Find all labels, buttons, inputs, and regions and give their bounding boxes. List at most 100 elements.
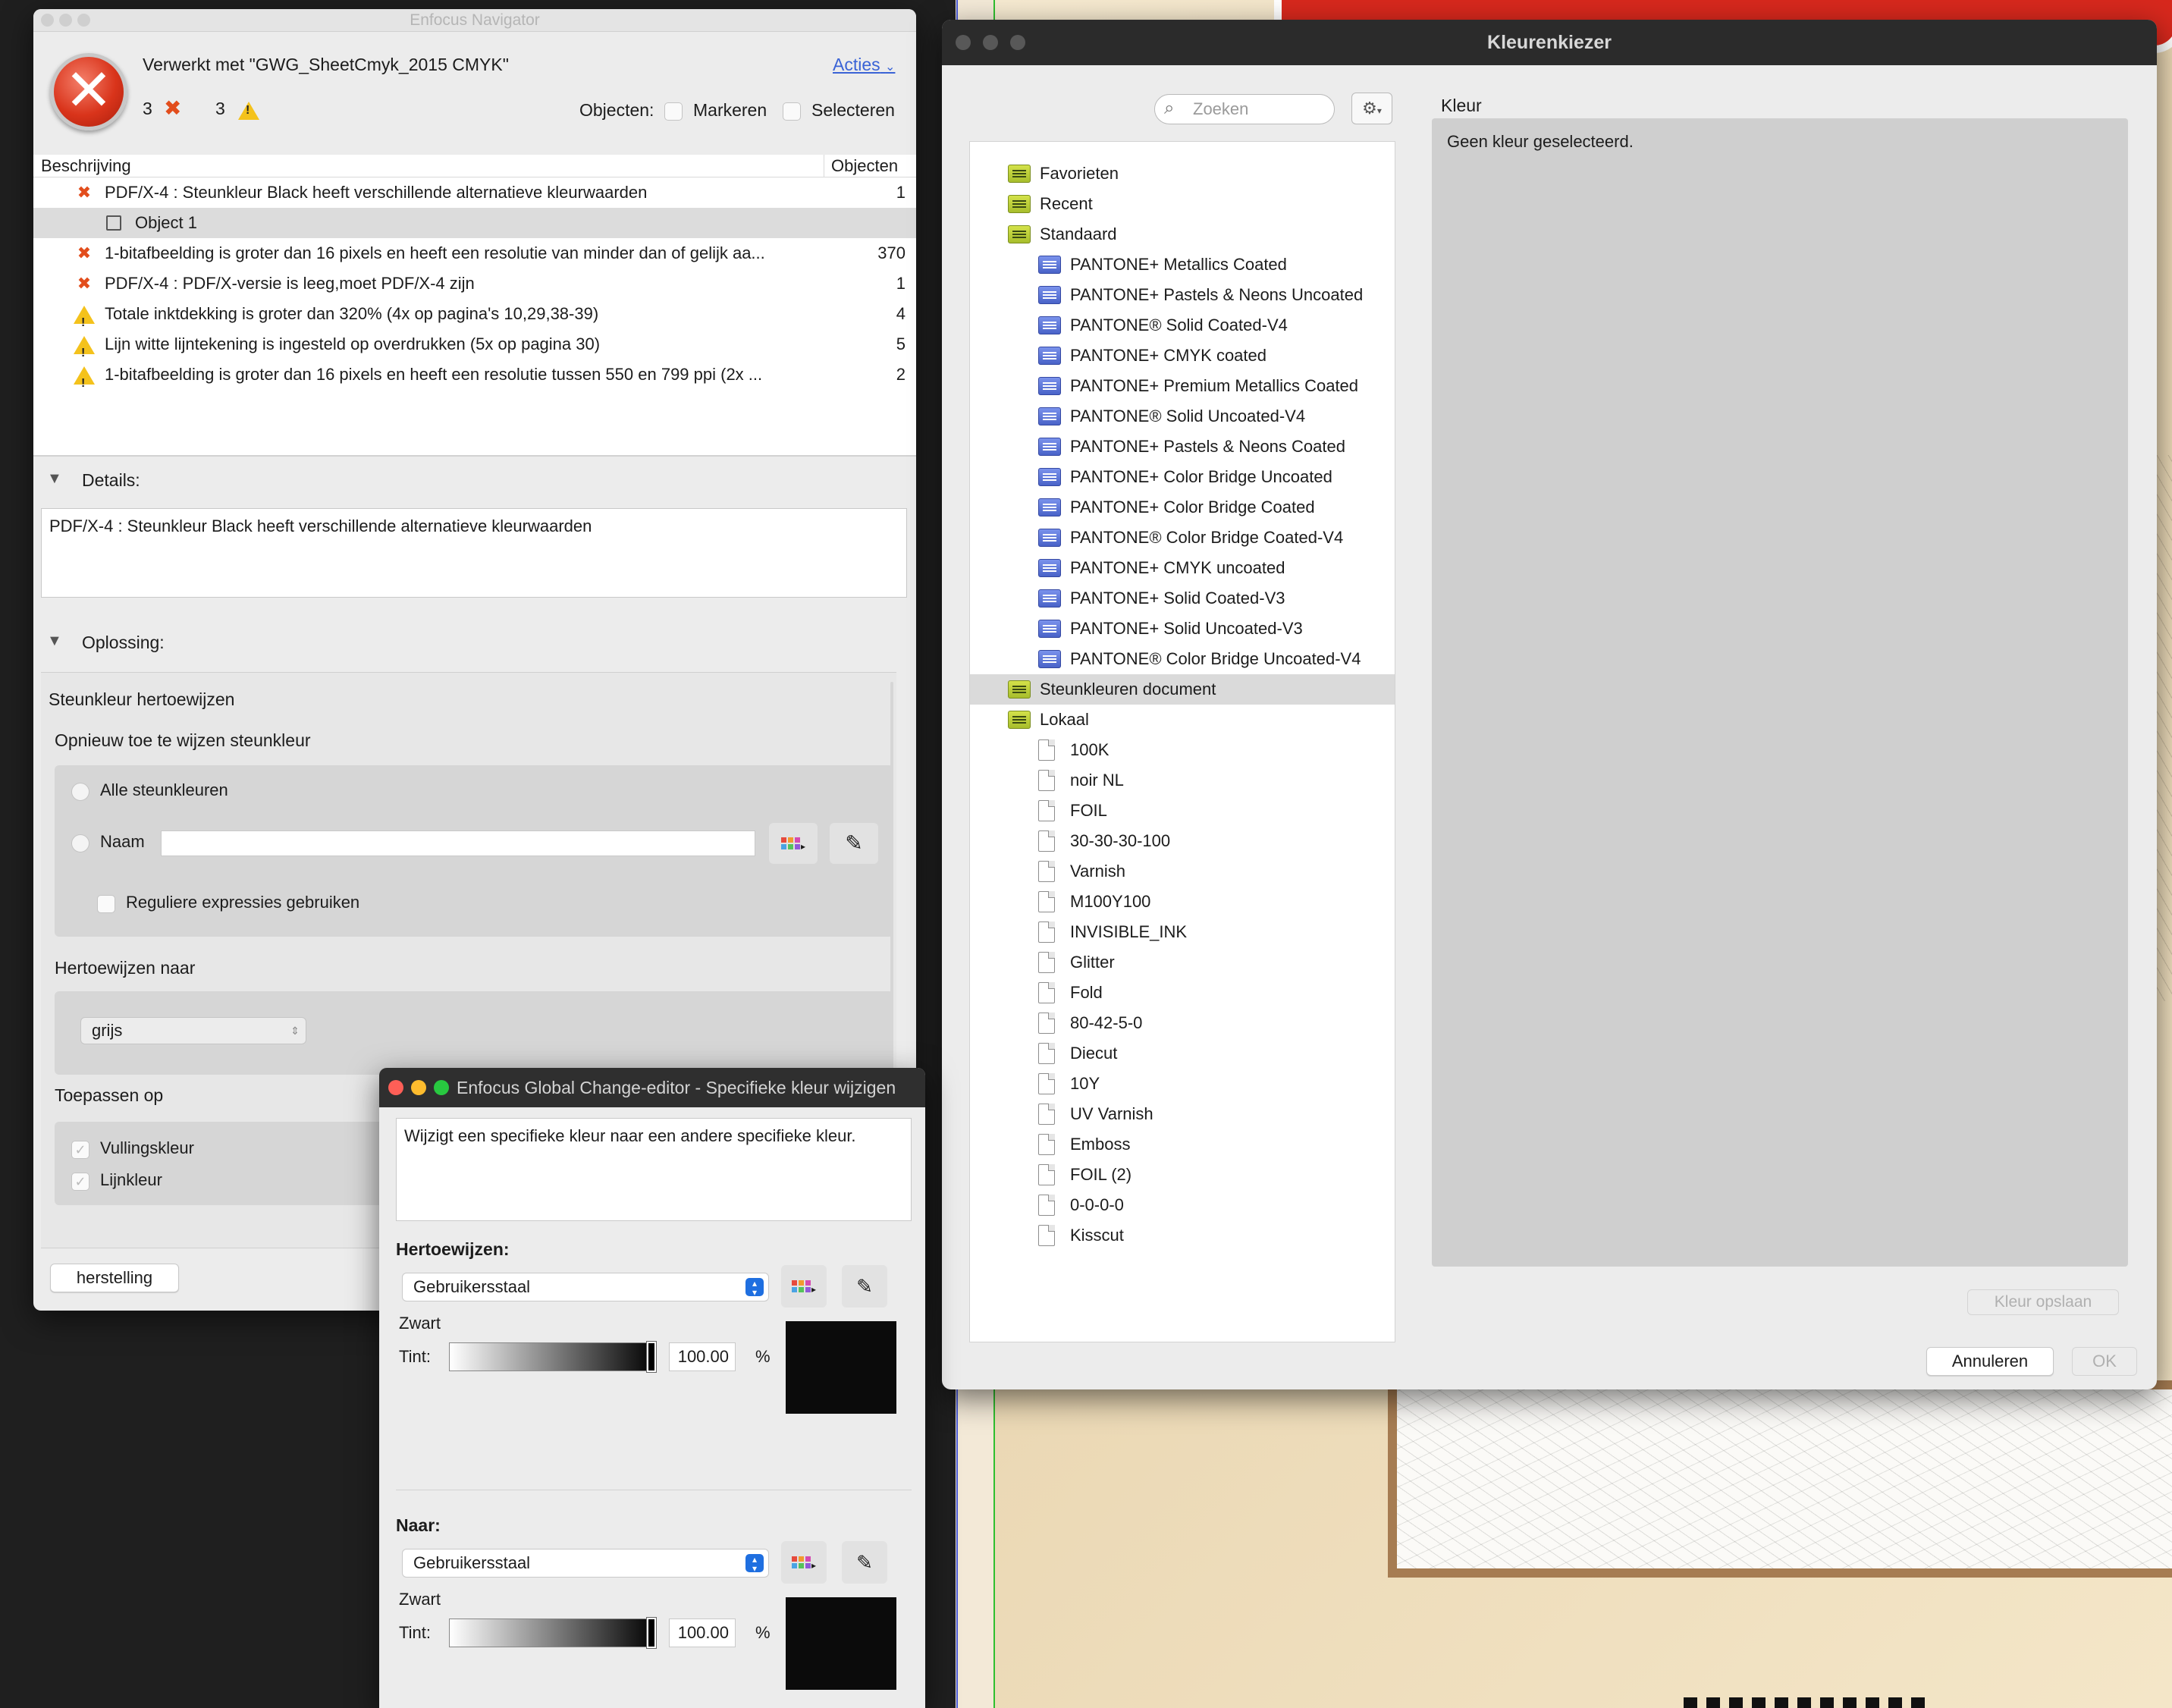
tree-item[interactable]: UV Varnish [970,1099,1395,1129]
name-radio[interactable] [71,832,89,852]
ok-button[interactable]: OK [2072,1347,2137,1376]
close-window-button[interactable] [956,35,971,50]
tree-item[interactable]: Glitter [970,947,1395,978]
tree-item[interactable]: Emboss [970,1129,1395,1160]
tree-item[interactable]: PANTONE+ Color Bridge Uncoated [970,462,1395,492]
cancel-button[interactable]: Annuleren [1926,1347,2054,1376]
minimize-window-button[interactable] [983,35,998,50]
column-header-objects[interactable]: Objecten [831,155,898,177]
zoom-window-button[interactable] [1010,35,1025,50]
select-label: Selecteren [811,100,895,120]
issue-row[interactable]: 1-bitafbeelding is groter dan 16 pixels … [33,359,916,399]
page-icon [1038,891,1055,912]
tree-item[interactable]: PANTONE+ CMYK coated [970,341,1395,371]
tree-item[interactable]: noir NL [970,765,1395,796]
disclosure-triangle-icon[interactable]: ▼ [47,633,62,650]
tree-item[interactable]: Favorieten [970,159,1395,189]
fill-checkbox[interactable]: ✓ [71,1138,89,1159]
tree-item-label: 30-30-30-100 [1070,831,1171,850]
to-source-popup[interactable]: Gebruikersstaal ▴ ▾ [402,1549,769,1578]
tree-item[interactable]: Diecut [970,1038,1395,1069]
issue-row[interactable]: ✖ PDF/X-4 : Steunkleur Black heeft versc… [33,177,916,208]
close-window-button[interactable] [41,14,54,27]
tree-item[interactable]: Standaard [970,219,1395,250]
tree-item[interactable]: PANTONE+ Metallics Coated [970,250,1395,280]
from-swatch-picker-button[interactable]: ▸ [781,1265,827,1308]
eyedropper-button[interactable]: ✎ [830,823,878,864]
to-swatch-picker-button[interactable]: ▸ [781,1541,827,1584]
issue-row[interactable]: ✖ 1-bitafbeelding is groter dan 16 pixel… [33,238,916,268]
tree-item[interactable]: 100K [970,735,1395,765]
regex-checkbox[interactable] [97,893,115,913]
name-input[interactable] [161,830,755,856]
issue-row-object[interactable]: Object 1 [33,208,916,238]
tree-item[interactable]: FOIL (2) [970,1160,1395,1190]
restore-button[interactable]: herstelling [50,1264,179,1292]
tree-item[interactable]: Lokaal [970,705,1395,735]
tree-item[interactable]: 80-42-5-0 [970,1008,1395,1038]
minimize-window-button[interactable] [59,14,72,27]
tree-item[interactable]: Kisscut [970,1220,1395,1251]
mark-checkbox[interactable] [664,100,683,121]
tree-item[interactable]: PANTONE+ Pastels & Neons Uncoated [970,280,1395,310]
actions-label: Acties [833,55,880,74]
issue-row[interactable]: Totale inktdekking is groter dan 320% (4… [33,299,916,338]
object-icon [106,215,121,231]
tree-item[interactable]: PANTONE+ Pastels & Neons Coated [970,432,1395,462]
to-tint-label: Tint: [399,1623,431,1642]
column-header-description[interactable]: Beschrijving [41,155,131,177]
tree-item[interactable]: Recent [970,189,1395,219]
warning-icon [73,299,96,338]
tree-item[interactable]: Steunkleuren document [970,674,1395,705]
from-tint-input[interactable]: 100.00 [669,1342,736,1371]
tree-item[interactable]: PANTONE+ Premium Metallics Coated [970,371,1395,401]
tree-item[interactable]: Varnish [970,856,1395,887]
tree-item[interactable]: PANTONE® Solid Uncoated-V4 [970,401,1395,432]
tree-item[interactable]: 10Y [970,1069,1395,1099]
tree-item[interactable]: M100Y100 [970,887,1395,917]
all-spot-radio[interactable] [71,780,89,801]
issue-row[interactable]: ✖ PDF/X-4 : PDF/X-versie is leeg,moet PD… [33,268,916,299]
to-tint-handle[interactable] [646,1617,657,1649]
splitter[interactable] [33,455,916,457]
settings-menu-button[interactable]: ⚙▾ [1351,93,1392,124]
tree-item[interactable]: Fold [970,978,1395,1008]
reassign-to-popup[interactable]: grijs ⇕ [80,1017,306,1044]
to-eyedropper-button[interactable]: ✎ [842,1541,887,1584]
save-color-button[interactable]: Kleur opslaan [1967,1289,2119,1315]
zoom-window-button[interactable] [434,1080,449,1095]
from-source-popup[interactable]: Gebruikersstaal ▴ ▾ [402,1273,769,1301]
to-tint-slider[interactable] [449,1617,657,1649]
from-tint-handle[interactable] [646,1341,657,1373]
swatch-picker-button[interactable]: ▸ [769,823,818,864]
stroke-checkbox[interactable]: ✓ [71,1170,89,1191]
tree-item[interactable]: PANTONE+ Solid Uncoated-V3 [970,614,1395,644]
change-editor-window: Enfocus Global Change-editor - Specifiek… [379,1068,925,1708]
warning-icon [73,359,96,399]
close-window-button[interactable] [388,1080,403,1095]
disclosure-triangle-icon[interactable]: ▼ [47,470,62,488]
tree-item[interactable]: PANTONE® Solid Coated-V4 [970,310,1395,341]
apply-to-box: ✓ Vullingskleur ✓ Lijnkleur [55,1122,419,1205]
search-field[interactable]: ⌕ Zoeken [1154,94,1335,124]
tree-item[interactable]: 30-30-30-100 [970,826,1395,856]
tree-item[interactable]: PANTONE® Color Bridge Coated-V4 [970,523,1395,553]
tree-item[interactable]: PANTONE+ Solid Coated-V3 [970,583,1395,614]
tree-item-label: Standaard [1040,224,1117,243]
tree-item[interactable]: PANTONE+ CMYK uncoated [970,553,1395,583]
tree-item[interactable]: PANTONE+ Color Bridge Coated [970,492,1395,523]
actions-menu[interactable]: Acties ⌄ [833,55,895,75]
issue-row[interactable]: Lijn witte lijntekening is ingesteld op … [33,329,916,369]
from-eyedropper-button[interactable]: ✎ [842,1265,887,1308]
from-tint-slider[interactable] [449,1341,657,1373]
tree-item[interactable]: INVISIBLE_INK [970,917,1395,947]
to-tint-input[interactable]: 100.00 [669,1619,736,1647]
tree-item[interactable]: PANTONE® Color Bridge Uncoated-V4 [970,644,1395,674]
navigator-title: Enfocus Navigator [410,11,540,29]
select-checkbox[interactable] [783,100,801,121]
tree-item[interactable]: FOIL [970,796,1395,826]
zoom-window-button[interactable] [77,14,90,27]
swatchbook-icon [1038,316,1061,334]
tree-item[interactable]: 0-0-0-0 [970,1190,1395,1220]
minimize-window-button[interactable] [411,1080,426,1095]
